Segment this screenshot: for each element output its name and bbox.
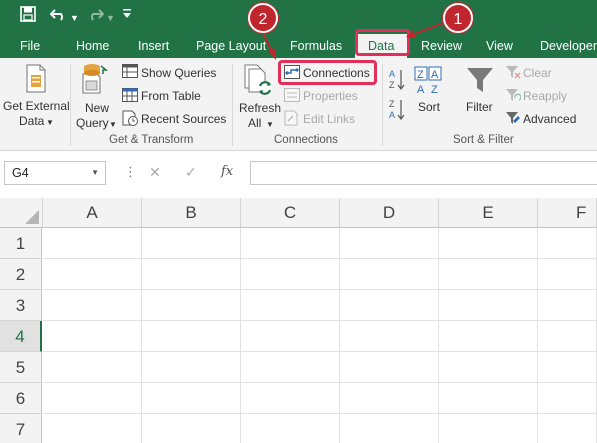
row-header-4[interactable]: 4 (0, 321, 42, 352)
cell[interactable] (142, 228, 241, 259)
cell[interactable] (340, 383, 439, 414)
row-header-3[interactable]: 3 (0, 290, 42, 321)
cell[interactable] (340, 290, 439, 321)
get-external-data-line2[interactable]: Data (19, 114, 44, 128)
cell[interactable] (340, 259, 439, 290)
cell[interactable] (43, 414, 142, 443)
chevron-down-icon[interactable]: ▼ (266, 118, 274, 132)
chevron-down-icon[interactable]: ▼ (46, 116, 54, 130)
cell[interactable] (241, 290, 340, 321)
worksheet-grid: A B C D E F 1 2 3 4 5 6 7 (0, 198, 597, 443)
cell[interactable] (538, 321, 597, 352)
cell[interactable] (142, 321, 241, 352)
cell[interactable] (538, 228, 597, 259)
row-header-7[interactable]: 7 (0, 414, 42, 443)
new-query-line1[interactable]: New (85, 101, 109, 115)
chevron-down-icon[interactable]: ▼ (109, 118, 117, 132)
cell[interactable] (439, 290, 538, 321)
name-box[interactable]: G4 ▼ (4, 161, 106, 185)
new-query-line2[interactable]: Query (76, 116, 109, 130)
edit-links-icon (284, 110, 298, 126)
cell[interactable] (439, 414, 538, 443)
cell[interactable] (439, 259, 538, 290)
cell[interactable] (43, 321, 142, 352)
cell[interactable] (43, 290, 142, 321)
row-header-5[interactable]: 5 (0, 352, 42, 383)
svg-text:Z: Z (389, 99, 395, 109)
select-all-corner[interactable] (0, 198, 43, 228)
column-header-c[interactable]: C (241, 198, 340, 228)
cell[interactable] (241, 352, 340, 383)
more-options-icon: ⋮ (124, 164, 137, 179)
chevron-down-icon[interactable]: ▼ (91, 168, 99, 177)
cell[interactable] (340, 228, 439, 259)
recent-sources-icon (122, 110, 138, 126)
recent-sources-label[interactable]: Recent Sources (141, 112, 226, 126)
cell[interactable] (43, 352, 142, 383)
cell[interactable] (142, 259, 241, 290)
row-header-2[interactable]: 2 (0, 259, 42, 290)
cell[interactable] (142, 352, 241, 383)
callout-2: 2 (248, 3, 278, 33)
cell[interactable] (43, 383, 142, 414)
cell[interactable] (538, 290, 597, 321)
cell[interactable] (241, 228, 340, 259)
callout-1: 1 (443, 3, 473, 33)
cell[interactable] (439, 321, 538, 352)
cell[interactable] (439, 228, 538, 259)
cell[interactable] (43, 228, 142, 259)
advanced-label[interactable]: Advanced (523, 112, 576, 126)
name-box-value: G4 (12, 166, 29, 180)
cell[interactable] (340, 414, 439, 443)
cell[interactable] (439, 352, 538, 383)
cell[interactable] (340, 321, 439, 352)
column-header-d[interactable]: D (340, 198, 439, 228)
row-header-6[interactable]: 6 (0, 383, 42, 414)
get-external-data-line1[interactable]: Get External (3, 99, 70, 113)
refresh-all-line1[interactable]: Refresh (239, 101, 281, 115)
cell[interactable] (142, 383, 241, 414)
cell[interactable] (241, 321, 340, 352)
sort-z-to-a-icon[interactable]: Z A (388, 98, 406, 122)
cell[interactable] (241, 414, 340, 443)
cell[interactable] (439, 383, 538, 414)
row-header-1[interactable]: 1 (0, 228, 42, 259)
column-header-a[interactable]: A (43, 198, 142, 228)
column-header-b[interactable]: B (142, 198, 241, 228)
edit-links-label[interactable]: Edit Links (303, 112, 355, 126)
cell[interactable] (142, 414, 241, 443)
cell[interactable] (340, 352, 439, 383)
svg-text:A: A (389, 110, 395, 120)
group-label-sort-filter: Sort & Filter (453, 134, 514, 146)
refresh-all-line2[interactable]: All (248, 116, 261, 130)
cell[interactable] (43, 259, 142, 290)
insert-function-icon[interactable]: fx (221, 164, 233, 179)
formula-input[interactable] (250, 161, 597, 185)
cell[interactable] (142, 290, 241, 321)
cell[interactable] (538, 352, 597, 383)
annotation-arrows (262, 21, 447, 60)
advanced-filter-icon (506, 112, 520, 124)
group-label-get-transform: Get & Transform (109, 134, 194, 146)
group-label-connections: Connections (274, 134, 338, 146)
filter-label[interactable]: Filter (466, 100, 493, 114)
cell[interactable] (538, 383, 597, 414)
sort-label[interactable]: Sort (418, 100, 440, 114)
cell[interactable] (538, 259, 597, 290)
cell[interactable] (241, 259, 340, 290)
cell[interactable] (538, 414, 597, 443)
column-header-e[interactable]: E (439, 198, 538, 228)
column-header-f[interactable]: F (538, 198, 597, 228)
enter-icon[interactable]: ✓ (185, 164, 197, 181)
cell[interactable] (241, 383, 340, 414)
cancel-icon[interactable]: ✕ (149, 164, 161, 181)
